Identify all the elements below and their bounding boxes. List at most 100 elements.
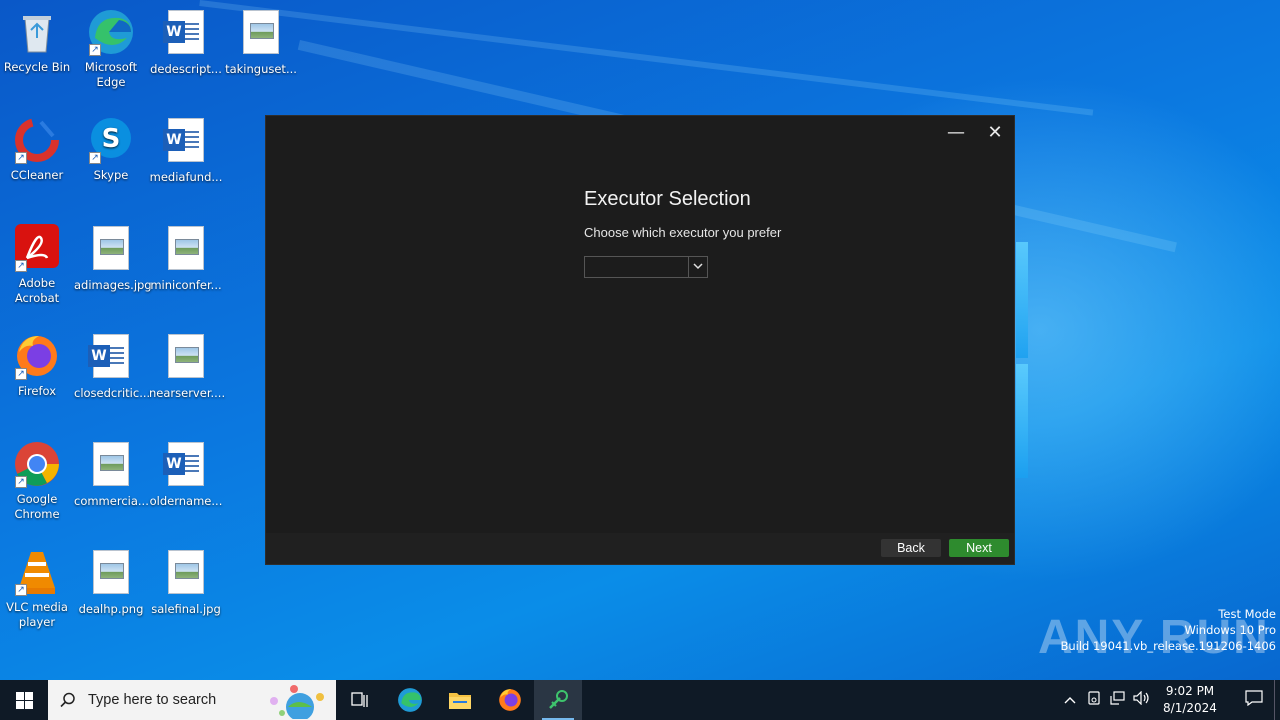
- desktop-icon-file[interactable]: miniconfer...: [149, 224, 223, 293]
- taskbar-file-explorer-button[interactable]: [436, 680, 484, 720]
- search-highlight-icon: [270, 685, 324, 719]
- task-view-button[interactable]: [336, 680, 384, 720]
- image-file-icon: [87, 226, 135, 274]
- word-doc-icon: W: [162, 10, 210, 58]
- desktop-icon-google-chrome[interactable]: ↗ Google Chrome: [0, 440, 74, 522]
- chevron-up-icon[interactable]: [1058, 693, 1082, 708]
- dialog-subtitle: Choose which executor you prefer: [584, 225, 782, 240]
- system-tray: 9:02 PM 8/1/2024: [1058, 680, 1280, 720]
- desktop-icon-file[interactable]: takinguset...: [224, 8, 298, 77]
- notifications-icon[interactable]: [1234, 690, 1274, 710]
- taskbar-edge-button[interactable]: [386, 680, 434, 720]
- taskbar-clock[interactable]: 9:02 PM 8/1/2024: [1160, 683, 1220, 717]
- svg-text:S: S: [102, 124, 121, 154]
- word-doc-icon: W: [162, 118, 210, 166]
- watermark-line: Windows 10 Pro: [1184, 623, 1276, 637]
- desktop-icon-skype[interactable]: S ↗ Skype: [74, 116, 148, 183]
- clock-time: 9:02 PM: [1165, 684, 1215, 698]
- desktop-icon-label: oldername...: [149, 494, 223, 508]
- executor-select[interactable]: [584, 256, 708, 278]
- desktop-icon-label: salefinal.jpg: [151, 602, 221, 616]
- desktop-icon-firefox[interactable]: ↗ Firefox: [0, 332, 74, 399]
- acrobat-icon: ↗: [13, 224, 61, 272]
- desktop-icon-label: mediafund...: [149, 170, 223, 184]
- desktop-icon-vlc[interactable]: ↗ VLC media player: [0, 548, 74, 630]
- watermark-line: Build 19041.vb_release.191206-1406: [1060, 639, 1276, 653]
- desktop-icon-label: Skype: [93, 168, 129, 182]
- desktop: Recycle Bin ↗ CCleaner ↗ Adobe Acrobat ↗…: [0, 0, 1280, 680]
- image-file-icon: [87, 550, 135, 598]
- shortcut-arrow-icon: ↗: [15, 260, 27, 272]
- next-button[interactable]: Next: [949, 539, 1009, 557]
- desktop-icon-microsoft-edge[interactable]: ↗ Microsoft Edge: [74, 8, 148, 90]
- image-file-icon: [162, 550, 210, 598]
- close-icon: ✕: [987, 122, 1003, 143]
- minimize-button[interactable]: —: [938, 120, 974, 148]
- desktop-icon-ccleaner[interactable]: ↗ CCleaner: [0, 116, 74, 183]
- back-button[interactable]: Back: [881, 539, 941, 557]
- desktop-icon-label: dedescript...: [150, 62, 222, 76]
- desktop-icon-label: adimages.jpg: [74, 278, 152, 292]
- desktop-icon-label: dealhp.png: [78, 602, 144, 616]
- shortcut-arrow-icon: ↗: [15, 476, 27, 488]
- desktop-icon-file[interactable]: W closedcritic...: [74, 332, 150, 401]
- desktop-icon-file[interactable]: adimages.jpg: [74, 224, 152, 293]
- close-button[interactable]: ✕: [977, 120, 1013, 148]
- dialog-content: Executor Selection Choose which executor…: [584, 188, 944, 278]
- ccleaner-icon: ↗: [13, 116, 61, 164]
- desktop-icon-label: CCleaner: [10, 168, 64, 182]
- dialog-footer: Back Next: [266, 533, 1014, 564]
- task-view-icon: [351, 692, 368, 707]
- dialog-title: Executor Selection: [584, 188, 751, 210]
- file-explorer-icon: [449, 693, 471, 709]
- desktop-icon-label: Google Chrome: [14, 492, 60, 521]
- desktop-icon-file[interactable]: commercia...: [74, 440, 149, 509]
- image-file-icon: [162, 334, 210, 382]
- show-desktop-button[interactable]: [1274, 680, 1280, 720]
- desktop-icon-label: commercia...: [74, 494, 149, 508]
- chevron-down-icon[interactable]: [688, 257, 707, 277]
- word-doc-icon: W: [162, 442, 210, 490]
- volume-icon[interactable]: [1130, 690, 1154, 709]
- edge-icon: ↗: [87, 8, 135, 56]
- shortcut-arrow-icon: ↗: [89, 44, 101, 56]
- desktop-icon-recycle-bin[interactable]: Recycle Bin: [0, 8, 74, 75]
- desktop-icon-label: miniconfer...: [150, 278, 222, 292]
- desktop-icon-label: takinguset...: [225, 62, 297, 76]
- desktop-icon-file[interactable]: W oldername...: [149, 440, 223, 509]
- image-file-icon: [237, 10, 285, 58]
- chrome-icon: ↗: [13, 440, 61, 488]
- clock-date: 8/1/2024: [1163, 701, 1217, 715]
- desktop-icon-label: Adobe Acrobat: [14, 276, 60, 305]
- network-icon[interactable]: [1106, 691, 1130, 709]
- desktop-icon-file[interactable]: W dedescript...: [149, 8, 223, 77]
- desktop-icon-file[interactable]: salefinal.jpg: [149, 548, 223, 617]
- app-icon: [549, 690, 568, 709]
- search-icon: [60, 692, 75, 708]
- shortcut-arrow-icon: ↗: [89, 152, 101, 164]
- watermark-line: Test Mode: [1218, 607, 1276, 621]
- windows-logo-pane: [1016, 242, 1028, 358]
- image-file-icon: [162, 226, 210, 274]
- windows-start-icon: [15, 691, 33, 709]
- desktop-icon-label: Recycle Bin: [3, 60, 71, 74]
- shortcut-arrow-icon: ↗: [15, 152, 27, 164]
- taskbar-search-box[interactable]: Type here to search: [48, 680, 336, 720]
- device-icon[interactable]: [1082, 691, 1106, 709]
- desktop-icon-file[interactable]: nearserver....: [149, 332, 225, 401]
- minimize-icon: —: [947, 122, 965, 143]
- desktop-icon-file[interactable]: W mediafund...: [149, 116, 223, 185]
- windows-logo-pane: [1016, 364, 1028, 478]
- skype-icon: S ↗: [87, 116, 135, 164]
- recycle-bin-icon: [13, 8, 61, 56]
- desktop-icon-file[interactable]: dealhp.png: [74, 548, 148, 617]
- shortcut-arrow-icon: ↗: [15, 584, 27, 596]
- desktop-icon-adobe-acrobat[interactable]: ↗ Adobe Acrobat: [0, 224, 74, 306]
- word-doc-icon: W: [87, 334, 135, 382]
- desktop-icon-label: Microsoft Edge: [84, 60, 138, 89]
- taskbar-active-app-button[interactable]: [534, 680, 582, 720]
- image-file-icon: [87, 442, 135, 490]
- start-button[interactable]: [0, 680, 48, 720]
- taskbar-firefox-button[interactable]: [486, 680, 534, 720]
- edge-icon: [398, 688, 422, 712]
